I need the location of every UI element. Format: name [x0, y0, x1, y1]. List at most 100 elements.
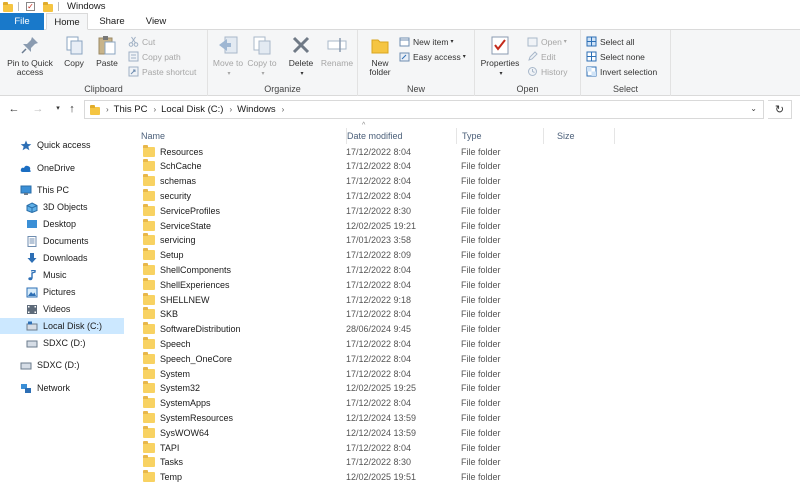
- pin-quick-access-button[interactable]: Pin to Quick access: [3, 34, 57, 77]
- breadcrumb-local-disk[interactable]: Local Disk (C:): [161, 104, 223, 115]
- chevron-right-icon[interactable]: ›: [106, 105, 109, 114]
- file-row[interactable]: SoftwareDistribution 28/06/2024 9:45 File …: [127, 322, 647, 337]
- properties-button[interactable]: Properties ▾: [478, 34, 522, 79]
- file-type: File folder: [461, 398, 501, 409]
- recent-locations-chevron-icon[interactable]: ▾: [51, 102, 65, 116]
- paste-button[interactable]: Paste: [93, 34, 121, 68]
- back-arrow-icon[interactable]: ←: [7, 102, 21, 116]
- nav-item-music[interactable]: Music: [26, 267, 67, 283]
- forward-arrow-icon[interactable]: →: [31, 102, 45, 116]
- nav-item-quick-access[interactable]: Quick access: [20, 137, 91, 153]
- new-item-button[interactable]: New item ▾: [399, 35, 453, 48]
- easy-access-button[interactable]: Easy access ▾: [399, 50, 466, 63]
- copy-path-button[interactable]: Copy path: [128, 50, 181, 63]
- refresh-icon[interactable]: ↻: [768, 100, 792, 119]
- file-row[interactable]: ShellComponents 17/12/2022 8:04 File folde…: [127, 262, 647, 277]
- select-all-button[interactable]: Select all: [586, 35, 635, 48]
- file-type: File folder: [461, 442, 501, 453]
- rename-button[interactable]: Rename: [319, 34, 355, 68]
- nav-item-sdxc-sub[interactable]: SDXC (D:): [26, 335, 86, 351]
- nav-item-this-pc[interactable]: This PC: [20, 182, 69, 198]
- breadcrumb-this-pc[interactable]: This PC: [114, 104, 148, 115]
- ribbon-tabs: File Home Share View: [0, 13, 800, 30]
- file-type: File folder: [461, 427, 501, 438]
- file-row[interactable]: schemas 17/12/2022 8:04 File folder: [127, 174, 647, 189]
- nav-item-3d-objects[interactable]: 3D Objects: [26, 199, 88, 215]
- nav-item-documents[interactable]: Documents: [26, 233, 89, 249]
- file-row[interactable]: System 17/12/2022 8:04 File folder: [127, 366, 647, 381]
- properties-icon: [489, 34, 511, 56]
- chevron-right-icon[interactable]: ›: [282, 105, 285, 114]
- pin-icon: [19, 34, 41, 56]
- edit-button[interactable]: Edit: [527, 50, 556, 63]
- copy-to-icon: [251, 34, 273, 56]
- tab-home[interactable]: Home: [46, 13, 88, 30]
- tab-share[interactable]: Share: [90, 13, 134, 30]
- new-folder-quick-icon[interactable]: [43, 1, 54, 12]
- rename-label: Rename: [320, 58, 354, 68]
- file-row[interactable]: Temp 12/02/2025 19:51 File folder: [127, 470, 647, 485]
- up-arrow-icon[interactable]: ↑: [65, 102, 79, 116]
- file-row[interactable]: Setup 17/12/2022 8:09 File folder: [127, 248, 647, 263]
- folder-icon: [143, 159, 155, 172]
- nav-item-downloads[interactable]: Downloads: [26, 250, 88, 266]
- nav-item-sdxc[interactable]: SDXC (D:): [20, 357, 80, 373]
- copy-to-button[interactable]: Copy to ▾: [246, 34, 278, 79]
- nav-item-videos[interactable]: Videos: [26, 301, 70, 317]
- file-name: ShellExperiences: [160, 279, 230, 290]
- open-group-label: Open: [516, 84, 539, 94]
- file-name: SysWOW64: [160, 427, 210, 438]
- address-bar[interactable]: › This PC › Local Disk (C:) › Windows › …: [84, 100, 764, 119]
- nav-item-network[interactable]: Network: [20, 380, 70, 396]
- invert-selection-button[interactable]: Invert selection: [586, 65, 657, 78]
- column-header-name[interactable]: Name: [127, 128, 347, 144]
- file-row[interactable]: Resources 17/12/2022 8:04 File folder: [127, 144, 647, 159]
- file-row[interactable]: SystemApps 17/12/2022 8:04 File folder: [127, 396, 647, 411]
- nav-item-local-disk[interactable]: Local Disk (C:): [0, 318, 124, 334]
- file-row[interactable]: Speech 17/12/2022 8:04 File folder: [127, 336, 647, 351]
- rename-icon: [326, 34, 348, 56]
- delete-button[interactable]: Delete ▾: [286, 34, 316, 79]
- file-row[interactable]: SysWOW64 12/12/2024 13:59 File folder: [127, 425, 647, 440]
- file-row[interactable]: SchCache 17/12/2022 8:04 File folder: [127, 159, 647, 174]
- address-dropdown-chevron-icon[interactable]: ⌄: [750, 104, 757, 113]
- paste-shortcut-button[interactable]: Paste shortcut: [128, 65, 196, 78]
- open-button[interactable]: Open ▾: [527, 35, 567, 48]
- file-row[interactable]: TAPI 17/12/2022 8:04 File folder: [127, 440, 647, 455]
- file-row[interactable]: SHELLNEW 17/12/2022 9:18 File folder: [127, 292, 647, 307]
- file-name: TAPI: [160, 442, 180, 453]
- file-row[interactable]: System32 12/02/2025 19:25 File folder: [127, 381, 647, 396]
- nav-item-onedrive[interactable]: OneDrive: [20, 160, 75, 176]
- column-header-type[interactable]: Type: [448, 128, 544, 144]
- chevron-right-icon[interactable]: ›: [153, 105, 156, 114]
- new-folder-button[interactable]: New folder: [362, 34, 398, 77]
- file-row[interactable]: security 17/12/2022 8:04 File folder: [127, 188, 647, 203]
- file-list: ^ Name Date modified Type Size Resources…: [127, 122, 800, 500]
- tab-view[interactable]: View: [134, 13, 178, 30]
- column-header-size[interactable]: Size: [543, 128, 615, 144]
- select-none-icon: [586, 51, 597, 62]
- file-row[interactable]: ShellExperiences 17/12/2022 8:04 File fold…: [127, 277, 647, 292]
- file-row[interactable]: ServiceProfiles 17/12/2022 8:30 File folde…: [127, 203, 647, 218]
- file-row[interactable]: Speech_OneCore 17/12/2022 8:04 File folder: [127, 351, 647, 366]
- chevron-right-icon[interactable]: ›: [229, 105, 232, 114]
- file-row[interactable]: ServiceState 12/02/2025 19:21 File folder: [127, 218, 647, 233]
- move-to-button[interactable]: Move to ▾: [212, 34, 244, 79]
- edit-label: Edit: [541, 51, 556, 62]
- file-row[interactable]: SystemResources 12/12/2024 13:59 File fold…: [127, 410, 647, 425]
- copy-button[interactable]: Copy: [60, 34, 88, 68]
- nav-item-desktop[interactable]: Desktop: [26, 216, 76, 232]
- tab-file[interactable]: File: [0, 13, 44, 30]
- properties-label: Properties: [480, 58, 520, 68]
- select-none-button[interactable]: Select none: [586, 50, 645, 63]
- properties-check-icon[interactable]: ✓: [26, 1, 37, 12]
- file-row[interactable]: servicing 17/01/2023 3:58 File folder: [127, 233, 647, 248]
- breadcrumb-windows[interactable]: Windows: [237, 104, 276, 115]
- nav-item-pictures[interactable]: Pictures: [26, 284, 76, 300]
- history-button[interactable]: History: [527, 65, 567, 78]
- cut-button[interactable]: Cut: [128, 35, 155, 48]
- folder-icon[interactable]: [3, 1, 14, 12]
- file-row[interactable]: SKB 17/12/2022 8:04 File folder: [127, 307, 647, 322]
- file-row[interactable]: Tasks 17/12/2022 8:30 File folder: [127, 455, 647, 470]
- column-header-date[interactable]: Date modified: [333, 128, 457, 144]
